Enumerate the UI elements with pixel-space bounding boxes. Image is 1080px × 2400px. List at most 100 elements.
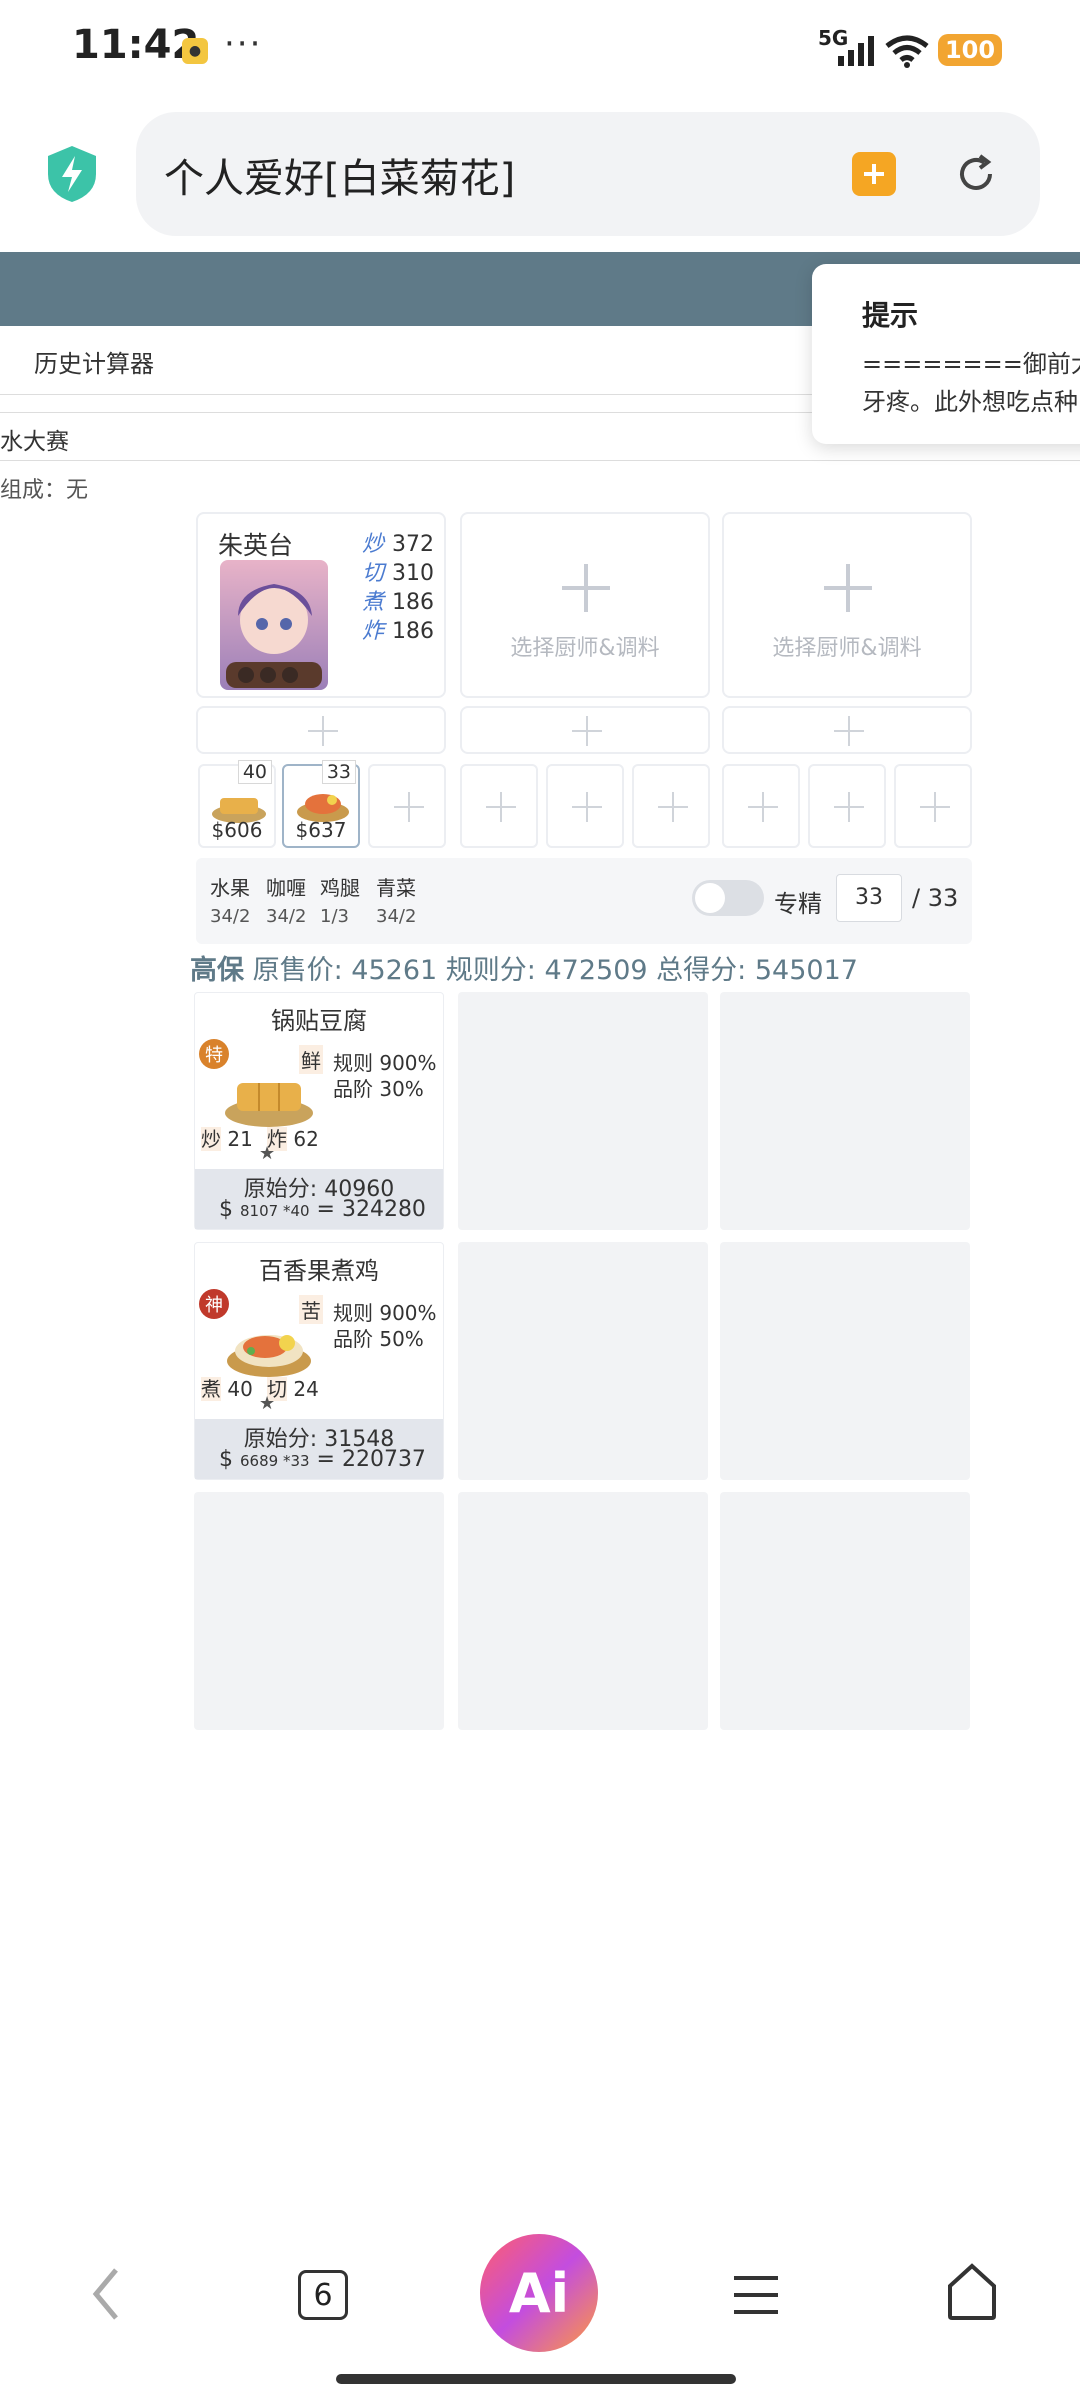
add-icon <box>572 792 602 822</box>
divider <box>0 460 1080 461</box>
dish-slot[interactable] <box>546 764 624 848</box>
rule-bonus: 规则 900% <box>333 1051 437 1075</box>
chef-skill-stir: 炒 372 <box>362 532 435 557</box>
ingredient-name: 青菜 <box>376 876 416 900</box>
battery-icon: 100 <box>938 34 1002 66</box>
combo-label: 组成：无 <box>0 478 89 503</box>
star-icon: ★ <box>259 1393 276 1414</box>
dish-price: $606 <box>211 818 263 842</box>
recipe-name: 百香果煮鸡 <box>259 1257 379 1285</box>
ingredient-name: 咖喱 <box>266 876 306 900</box>
add-icon <box>658 792 688 822</box>
recipe-empty-slot[interactable] <box>458 1242 708 1480</box>
add-icon <box>920 792 950 822</box>
recipe-card[interactable]: 百香果煮鸡 神 苦 规则 900% 品阶 50% 煮 40 切 24 ★ 原始分… <box>194 1242 444 1480</box>
total-label: 总得分: <box>656 955 747 986</box>
recipe-empty-slot[interactable] <box>720 1242 970 1480</box>
recipe-skill-1: 煮 40 <box>201 1377 253 1401</box>
home-indicator[interactable] <box>336 2374 736 2384</box>
ingredient-value: 34/2 <box>210 906 251 927</box>
recipe-score-footer: 原始分: 31548 $ 6689 *33 = 220737 <box>195 1419 443 1479</box>
dish-slot[interactable]: 33 $637 <box>282 760 360 848</box>
score-level: 高保 <box>190 955 244 986</box>
ingredient-name: 水果 <box>210 876 250 900</box>
recipe-card[interactable]: 锅贴豆腐 特 鲜 规则 900% 品阶 30% 炒 21 炸 62 ★ 原始分:… <box>194 992 444 1230</box>
score-calc: $ 8107 *40 = 324280 <box>219 1197 426 1222</box>
status-time: 11:42 <box>72 22 200 68</box>
rule-value: 472509 <box>544 955 648 986</box>
dish-quantity: 33 <box>321 760 356 784</box>
specialty-input[interactable]: 33 <box>836 874 902 922</box>
home-icon[interactable] <box>944 2262 1000 2322</box>
ingredient-name: 鸡腿 <box>320 876 360 900</box>
dish-slot[interactable] <box>722 764 800 848</box>
select-chef-slot-3[interactable]: 选择厨师&调料 <box>722 512 972 698</box>
score-calc: $ 6689 *33 = 220737 <box>219 1447 426 1472</box>
equip-slot-1[interactable] <box>196 706 446 754</box>
chef-skill-boil: 煮 186 <box>362 590 435 615</box>
chef-avatar <box>220 560 328 690</box>
add-icon <box>394 792 424 822</box>
chef-card[interactable]: 朱英台 炒 372 切 310 煮 186 炸 186 <box>196 512 446 698</box>
rule-label: 规则分: <box>445 955 536 986</box>
flavor-tag: 苦 <box>299 1295 323 1324</box>
rarity-badge: 神 <box>199 1289 229 1319</box>
tip-popup: 提示 ========御前大赛 牙疼。此外想吃点种 <box>812 264 1080 444</box>
flavor-tag: 鲜 <box>299 1045 323 1074</box>
recipe-skill-1: 炒 21 <box>201 1127 253 1151</box>
dish-slot[interactable] <box>368 764 446 848</box>
recipe-empty-slot[interactable] <box>720 992 970 1230</box>
grade-bonus: 品阶 30% <box>333 1077 424 1101</box>
ai-assistant-button[interactable]: Ai <box>480 2234 598 2352</box>
equip-slot-3[interactable] <box>722 706 972 754</box>
recipe-empty-slot[interactable] <box>194 1492 444 1730</box>
equip-slot-2[interactable] <box>460 706 710 754</box>
address-bar[interactable]: 个人爱好[白菜菊花] <box>136 112 1040 236</box>
recipe-score-footer: 原始分: 40960 $ 8107 *40 = 324280 <box>195 1169 443 1229</box>
status-bar: 11:42 ● ··· 5G 100 <box>0 0 1080 100</box>
bookmark-add-icon[interactable] <box>852 152 896 196</box>
total-value: 545017 <box>754 955 858 986</box>
signal-icon <box>838 36 874 66</box>
add-icon <box>308 716 338 746</box>
rule-bonus: 规则 900% <box>333 1301 437 1325</box>
add-icon <box>834 716 864 746</box>
tofu-dish-icon <box>225 1083 313 1127</box>
reload-icon[interactable] <box>952 150 1000 198</box>
tip-title: 提示 <box>862 299 919 332</box>
dish-slot[interactable] <box>894 764 972 848</box>
chef-skill-cut: 切 310 <box>362 561 435 586</box>
shield-icon[interactable] <box>44 144 100 204</box>
ingredient-value: 34/2 <box>266 906 307 927</box>
add-icon <box>834 792 864 822</box>
chicken-dish-icon <box>227 1335 311 1377</box>
add-icon <box>824 564 872 612</box>
menu-icon[interactable] <box>730 2272 782 2318</box>
star-icon: ★ <box>259 1143 276 1164</box>
recipe-empty-slot[interactable] <box>720 1492 970 1730</box>
tip-text: 牙疼。此外想吃点种 <box>862 388 1078 416</box>
dish-quantity: 40 <box>237 760 272 784</box>
specialty-toggle[interactable] <box>692 880 764 916</box>
dish-price: $637 <box>295 818 347 842</box>
chef-name: 朱英台 <box>218 531 294 560</box>
select-chef-slot-2[interactable]: 选择厨师&调料 <box>460 512 710 698</box>
history-calculator-tab[interactable]: 历史计算器 <box>34 344 154 379</box>
dish-slot[interactable] <box>808 764 886 848</box>
dish-slot[interactable] <box>460 764 538 848</box>
url-text[interactable]: 个人爱好[白菜菊花] <box>164 146 515 204</box>
ingredient-value: 1/3 <box>320 906 349 927</box>
tip-text: ========御前大赛 <box>862 350 1080 378</box>
more-notifications-icon: ··· <box>224 24 263 64</box>
tabs-button[interactable]: 6 <box>298 2270 348 2320</box>
dish-slot[interactable]: 40 $606 <box>198 760 276 848</box>
back-icon[interactable] <box>84 2262 128 2326</box>
ingredients-panel: 水果 34/2 咖喱 34/2 鸡腿 1/3 青菜 34/2 专精 33 / 3… <box>196 858 972 944</box>
wifi-icon <box>885 35 929 68</box>
recipe-empty-slot[interactable] <box>458 1492 708 1730</box>
ingredient-value: 34/2 <box>376 906 417 927</box>
rarity-badge: 特 <box>199 1039 229 1069</box>
dish-slot[interactable] <box>632 764 710 848</box>
notification-app-icon: ● <box>182 38 208 64</box>
recipe-empty-slot[interactable] <box>458 992 708 1230</box>
